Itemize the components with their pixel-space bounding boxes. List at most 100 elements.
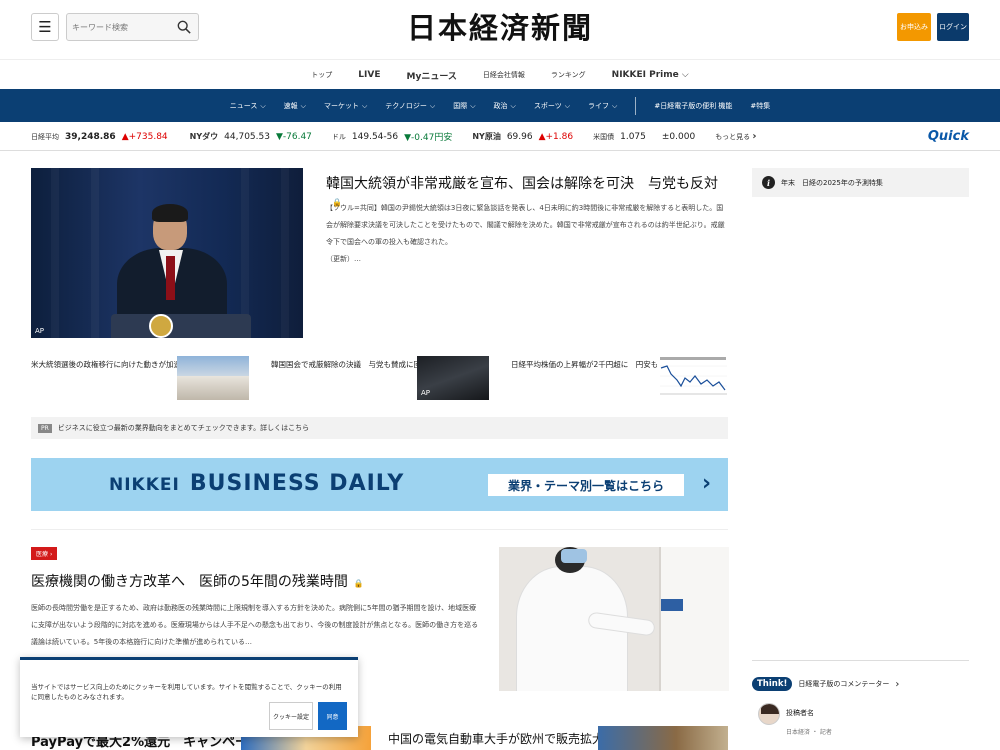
info-box[interactable]: i 年末 日経の2025年の予測特集 bbox=[752, 168, 969, 197]
ticker-change-text: -0.47円安 bbox=[411, 133, 453, 143]
chevron-down-icon: ⌵ bbox=[429, 101, 436, 110]
cookie-settings-button[interactable]: クッキー設定 bbox=[269, 702, 313, 730]
think-text: 日経電子版のコメンテーター bbox=[798, 680, 890, 688]
chevron-down-icon: ⌵ bbox=[612, 101, 618, 110]
category-tag-text: 医療 bbox=[36, 551, 49, 558]
info-text: 年末 日経の2025年の予測特集 bbox=[781, 178, 883, 187]
site-logo[interactable]: 日本経済新聞 bbox=[378, 10, 622, 46]
subnav-top[interactable]: トップ bbox=[311, 70, 332, 80]
search-input[interactable] bbox=[72, 19, 172, 36]
ticker-change-text: -76.47 bbox=[282, 131, 312, 142]
nav-life[interactable]: ライフ ⌵ bbox=[588, 101, 617, 111]
nav-intl-label: 国際 bbox=[453, 101, 468, 110]
lead-more[interactable]: （更新）… bbox=[326, 251, 730, 268]
category-tag[interactable]: 医療 › bbox=[31, 547, 58, 560]
nav-intl[interactable]: 国際 ⌵ bbox=[453, 101, 475, 111]
nav-news-label: ニュース bbox=[229, 101, 258, 110]
chevron-down-icon: ⌵ bbox=[260, 101, 266, 110]
lead-article-image[interactable]: AP bbox=[31, 168, 303, 338]
ticker-more-label: もっと見る bbox=[715, 133, 751, 141]
chevron-down-icon: ⌵ bbox=[470, 101, 476, 110]
site-header: ☰ 日本経済新聞 お申込み ログイン bbox=[0, 0, 1000, 60]
nav-news[interactable]: ニュース ⌵ bbox=[230, 101, 266, 111]
nav-breaking[interactable]: 速報 ⌵ bbox=[284, 101, 306, 111]
quick-logo[interactable]: Quick bbox=[928, 129, 969, 144]
curtain-fold bbox=[281, 168, 289, 338]
subnav-ranking[interactable]: ランキング bbox=[551, 70, 586, 80]
business-daily-banner[interactable]: NIKKEI BUSINESS DAILY 業界・テーマ別一覧はこちら › bbox=[31, 458, 728, 511]
chevron-right-icon: › bbox=[752, 131, 757, 142]
ticker-change: ▼-0.47円安 bbox=[404, 133, 453, 143]
nav-market-label: マーケット bbox=[323, 101, 359, 110]
ticker-change: ▲+1.86 bbox=[538, 131, 574, 142]
think-header[interactable]: Think! 日経電子版のコメンテーター › bbox=[752, 677, 899, 691]
ticker-change-text: +1.86 bbox=[545, 131, 574, 142]
article-thumbnail[interactable]: AP bbox=[417, 356, 489, 400]
article-link-text: 米大統領選後の政権移行に向けた動きが加速 bbox=[31, 360, 181, 369]
subscribe-button[interactable]: お申込み bbox=[897, 13, 931, 41]
ticker-label: ドル bbox=[331, 132, 346, 141]
cookie-agree-button[interactable]: 同意 bbox=[318, 702, 347, 730]
ticker-label: NYダウ bbox=[189, 132, 219, 141]
curtain-fold bbox=[241, 168, 249, 338]
nav-market[interactable]: マーケット ⌵ bbox=[324, 101, 367, 111]
subnav-live[interactable]: LIVE bbox=[358, 70, 380, 80]
search-icon[interactable] bbox=[177, 20, 191, 34]
subnav-mynews[interactable]: Myニュース bbox=[407, 69, 457, 82]
lead-article-body: 【ソウル=共同】韓国の尹錫悦大統領は3日夜に緊急談話を発表し、4日未明に約3時間… bbox=[326, 200, 730, 268]
second-title-text: 医療機関の働き方改革へ 医師の5年間の残業時間 bbox=[31, 574, 348, 590]
login-button[interactable]: ログイン bbox=[937, 13, 969, 41]
menu-icon[interactable]: ☰ bbox=[31, 13, 59, 41]
nav-tag-special[interactable]: #特集 bbox=[750, 101, 770, 111]
banner-logo: NIKKEI BUSINESS DAILY bbox=[109, 471, 404, 496]
avatar-name[interactable]: 投稿者名 bbox=[786, 708, 814, 718]
avatar-hair bbox=[761, 704, 779, 714]
second-article-image[interactable] bbox=[499, 547, 729, 691]
think-badge: Think! bbox=[752, 677, 793, 691]
lead-body-text: 【ソウル=共同】韓国の尹錫悦大統領は3日夜に緊急談話を発表し、4日未明に約3時間… bbox=[326, 204, 725, 246]
nav-tech[interactable]: テクノロジー ⌵ bbox=[385, 101, 435, 111]
pr-bar[interactable]: PR ビジネスに役立つ最新の業界動向をまとめてチェックできます。詳しくはこちら bbox=[31, 417, 728, 439]
bottom-article-image[interactable] bbox=[598, 726, 728, 750]
section-divider bbox=[31, 529, 728, 530]
nav-tag-features[interactable]: #日経電子版の便利 機能 bbox=[654, 101, 732, 111]
main-navigation: ニュース ⌵ 速報 ⌵ マーケット ⌵ テクノロジー ⌵ 国際 ⌵ 政治 ⌵ スポーツ ⌵ ラ… bbox=[0, 89, 1000, 122]
curtain-fold bbox=[91, 168, 99, 338]
sub-navigation: トップ LIVE Myニュース 日経会社情報 ランキング NIKKEI Prim… bbox=[0, 61, 1000, 89]
article-link[interactable]: 米大統領選後の政権移行に向けた動きが加速🔒 bbox=[31, 359, 197, 370]
banner-cta-button[interactable]: 業界・テーマ別一覧はこちら bbox=[488, 474, 684, 496]
ticker-value: 44,705.53 bbox=[224, 131, 270, 142]
search-box[interactable] bbox=[66, 13, 199, 41]
prime-label: NIKKEI Prime bbox=[611, 70, 679, 80]
ticker-label: 日経平均 bbox=[31, 132, 59, 141]
nav-divider bbox=[635, 96, 637, 115]
nav-tech-label: テクノロジー bbox=[385, 101, 427, 110]
cookie-consent-dialog: 当サイトではサービス向上のためにクッキーを利用しています。サイトを閲覧することで… bbox=[20, 657, 358, 737]
chevron-down-icon: ⌵ bbox=[681, 70, 689, 80]
ticker-value: 69.96 bbox=[506, 131, 533, 142]
nav-politics-label: 政治 bbox=[493, 101, 508, 110]
nav-politics[interactable]: 政治 ⌵ bbox=[494, 101, 516, 111]
subnav-prime[interactable]: NIKKEI Prime ⌵ bbox=[612, 70, 689, 80]
ticker-value: 39,248.86 bbox=[65, 131, 116, 142]
subnav-company[interactable]: 日経会社情報 bbox=[483, 70, 525, 80]
second-article-title[interactable]: 医療機関の働き方改革へ 医師の5年間の残業時間 🔒 bbox=[31, 571, 364, 591]
door-sign bbox=[661, 599, 683, 611]
ticker-more-link[interactable]: もっと見る › bbox=[715, 131, 756, 142]
photo-credit: AP bbox=[35, 327, 45, 335]
stock-chart-thumbnail[interactable] bbox=[657, 356, 729, 400]
ticker-change: ▼-76.47 bbox=[275, 131, 312, 142]
pr-badge: PR bbox=[38, 423, 52, 433]
market-ticker: 日経平均 39,248.86 ▲+735.84 NYダウ 44,705.53 ▼… bbox=[0, 123, 1000, 151]
nav-life-label: ライフ bbox=[588, 101, 610, 110]
right-divider bbox=[752, 660, 969, 661]
article-thumbnail[interactable] bbox=[177, 356, 249, 400]
speaker-hair bbox=[152, 204, 188, 222]
door bbox=[659, 547, 729, 691]
chevron-right-icon[interactable]: › bbox=[702, 471, 711, 496]
avatar[interactable] bbox=[758, 703, 780, 725]
nav-sports[interactable]: スポーツ ⌵ bbox=[534, 101, 570, 111]
podium bbox=[111, 314, 251, 338]
ticker-change: ▲+735.84 bbox=[121, 131, 168, 142]
info-icon: i bbox=[762, 176, 775, 189]
